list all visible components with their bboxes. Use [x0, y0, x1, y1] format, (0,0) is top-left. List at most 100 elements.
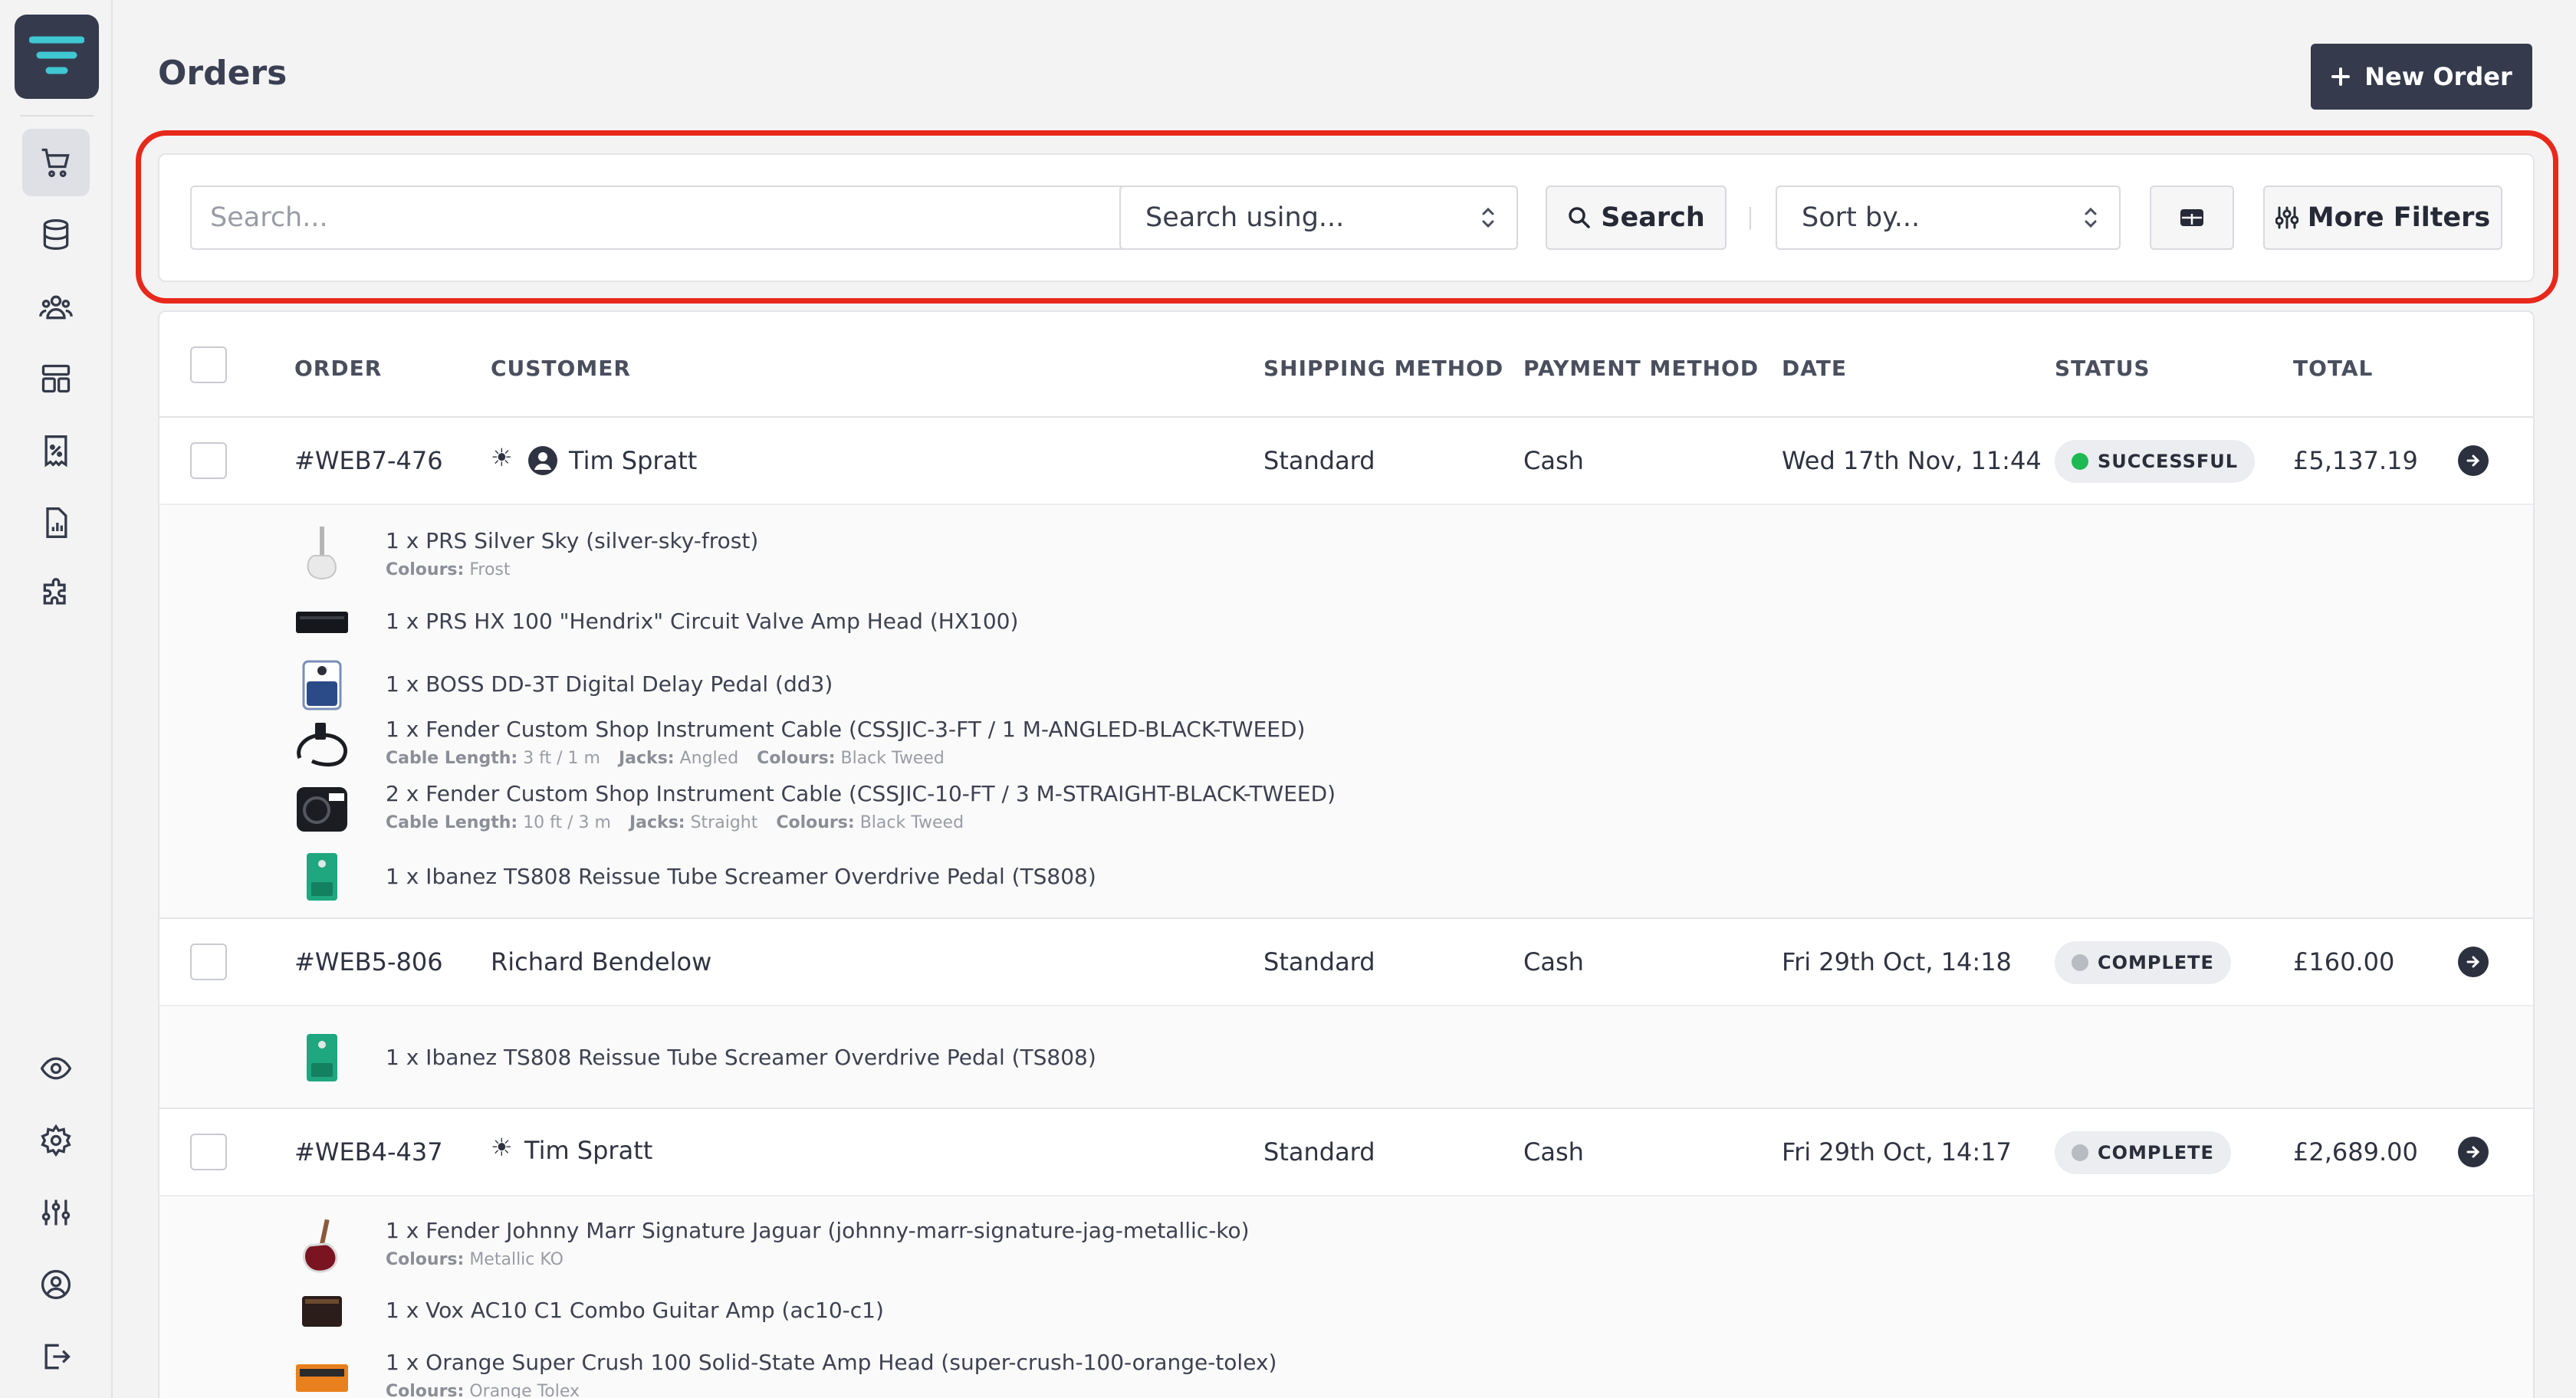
nav-settings[interactable]	[22, 1107, 90, 1174]
search-placeholder: Search...	[210, 202, 328, 233]
order-id[interactable]: #WEB4-437	[294, 1137, 443, 1167]
sidebar-divider	[20, 115, 94, 116]
product-thumbnail	[294, 1029, 350, 1086]
header-date[interactable]: DATE	[1782, 356, 1847, 381]
sun-icon: ☀	[491, 1133, 513, 1162]
order-id[interactable]: #WEB7-476	[294, 446, 443, 475]
order-items: 1 x Fender Johnny Marr Signature Jaguar …	[159, 1196, 2533, 1398]
user-icon	[528, 446, 557, 475]
item-options: Cable Length: 10 ft / 3 m Jacks: Straight…	[386, 813, 964, 832]
sort-label: Sort by...	[1802, 202, 1921, 233]
order-date: Wed 17th Nov, 11:44	[1782, 446, 2042, 475]
app-logo[interactable]	[15, 15, 99, 99]
header-status[interactable]: STATUS	[2055, 356, 2150, 381]
header-order[interactable]: ORDER	[294, 356, 382, 381]
customer-name[interactable]: Tim Spratt	[569, 446, 697, 475]
item-name: 1 x PRS HX 100 "Hendrix" Circuit Valve A…	[386, 609, 1019, 634]
nav-content[interactable]	[22, 345, 90, 412]
sort-select[interactable]: Sort by...	[1776, 185, 2121, 250]
payment-method: Cash	[1523, 446, 1584, 475]
table-row[interactable]: #WEB5-806 Richard Bendelow Standard Cash…	[159, 919, 2533, 1006]
logout-icon	[44, 1344, 71, 1370]
nav-discounts[interactable]	[22, 417, 90, 484]
item-name: 1 x Orange Super Crush 100 Solid-State A…	[386, 1350, 1277, 1375]
order-id[interactable]: #WEB5-806	[294, 947, 443, 976]
order-date: Fri 29th Oct, 14:17	[1782, 1137, 2012, 1167]
row-checkbox[interactable]	[190, 442, 227, 479]
product-thumbnail	[294, 717, 350, 773]
more-filters-button[interactable]: More Filters	[2263, 185, 2502, 250]
search-input[interactable]: Search...	[190, 185, 1152, 250]
arrow-right-icon[interactable]	[2458, 1137, 2489, 1167]
header-payment[interactable]: PAYMENT METHOD	[1523, 356, 1759, 381]
status-dot	[2072, 1144, 2088, 1161]
new-order-button[interactable]: New Order	[2311, 44, 2532, 110]
report-icon	[46, 507, 67, 538]
nav-account[interactable]	[22, 1251, 90, 1318]
nav-products[interactable]	[22, 201, 90, 268]
status-badge: COMPLETE	[2055, 941, 2231, 984]
item-name: 2 x Fender Custom Shop Instrument Cable …	[386, 781, 1336, 806]
select-chevrons-icon	[1482, 207, 1494, 228]
arrow-right-icon[interactable]	[2458, 947, 2489, 977]
nav-orders[interactable]	[22, 129, 90, 196]
item-options: Cable Length: 3 ft / 1 m Jacks: Angled Col…	[386, 749, 945, 768]
more-filters-label: More Filters	[2307, 202, 2491, 233]
shipping-method: Standard	[1263, 1137, 1375, 1167]
table-row[interactable]: #WEB4-437 ☀ Tim Spratt Standard Cash Fri…	[159, 1109, 2533, 1196]
product-thumbnail	[294, 657, 350, 714]
search-using-select[interactable]: Search using...	[1119, 185, 1518, 250]
puzzle-icon	[43, 578, 66, 605]
plus-icon	[2331, 67, 2351, 86]
order-total: £2,689.00	[2293, 1137, 2418, 1167]
user-circle-icon	[41, 1269, 71, 1300]
product-thumbnail	[294, 594, 350, 651]
database-icon	[43, 219, 69, 250]
status-label: COMPLETE	[2098, 952, 2214, 973]
product-thumbnail	[294, 525, 350, 582]
nav-logout[interactable]	[22, 1323, 90, 1390]
select-chevrons-icon	[2085, 207, 2097, 228]
table-header: ORDER CUSTOMER SHIPPING METHOD PAYMENT M…	[159, 312, 2533, 418]
table-view-toggle[interactable]	[2150, 185, 2234, 250]
status-label: COMPLETE	[2098, 1142, 2214, 1163]
search-button[interactable]: Search	[1546, 185, 1727, 250]
product-thumbnail	[294, 1282, 350, 1339]
customer-name[interactable]: Richard Bendelow	[491, 947, 711, 976]
payment-method: Cash	[1523, 947, 1584, 976]
select-all-checkbox[interactable]	[190, 346, 227, 383]
header-shipping[interactable]: SHIPPING METHOD	[1263, 356, 1503, 381]
customer-name[interactable]: Tim Spratt	[524, 1136, 652, 1165]
header-total[interactable]: TOTAL	[2293, 356, 2373, 381]
product-thumbnail	[294, 781, 350, 838]
row-checkbox[interactable]	[190, 1134, 227, 1170]
arrow-right-icon[interactable]	[2458, 445, 2489, 476]
nav-customers[interactable]	[22, 273, 90, 340]
cart-icon	[41, 148, 70, 178]
sidebar	[0, 0, 113, 1398]
table-icon	[2180, 209, 2203, 226]
item-name: 1 x BOSS DD-3T Digital Delay Pedal (dd3)	[386, 671, 833, 697]
new-order-label: New Order	[2364, 62, 2512, 91]
status-dot	[2072, 954, 2088, 971]
payment-method: Cash	[1523, 1137, 1584, 1167]
sun-icon: ☀	[491, 443, 513, 472]
item-options: Colours: Frost	[386, 560, 511, 579]
table-row[interactable]: #WEB7-476 ☀ Tim Spratt Standard Cash Wed…	[159, 418, 2533, 505]
header-customer[interactable]: CUSTOMER	[491, 356, 631, 381]
nav-extensions[interactable]	[22, 561, 90, 628]
search-using-label: Search using...	[1145, 202, 1345, 233]
filter-separator	[1750, 207, 1751, 230]
row-checkbox[interactable]	[190, 943, 227, 980]
status-badge: SUCCESSFUL	[2055, 440, 2256, 483]
nav-reports[interactable]	[22, 489, 90, 556]
eye-icon	[40, 1057, 72, 1080]
shipping-method: Standard	[1263, 446, 1375, 475]
status-dot	[2072, 453, 2088, 470]
nav-preview[interactable]	[22, 1035, 90, 1102]
nav-configuration[interactable]	[22, 1179, 90, 1246]
item-options: Colours: Metallic KO	[386, 1250, 564, 1269]
filter-panel: Search... Search using... Search Sort by…	[158, 153, 2535, 282]
receipt-percent-icon	[44, 435, 67, 468]
orders-table: ORDER CUSTOMER SHIPPING METHOD PAYMENT M…	[158, 310, 2535, 1398]
